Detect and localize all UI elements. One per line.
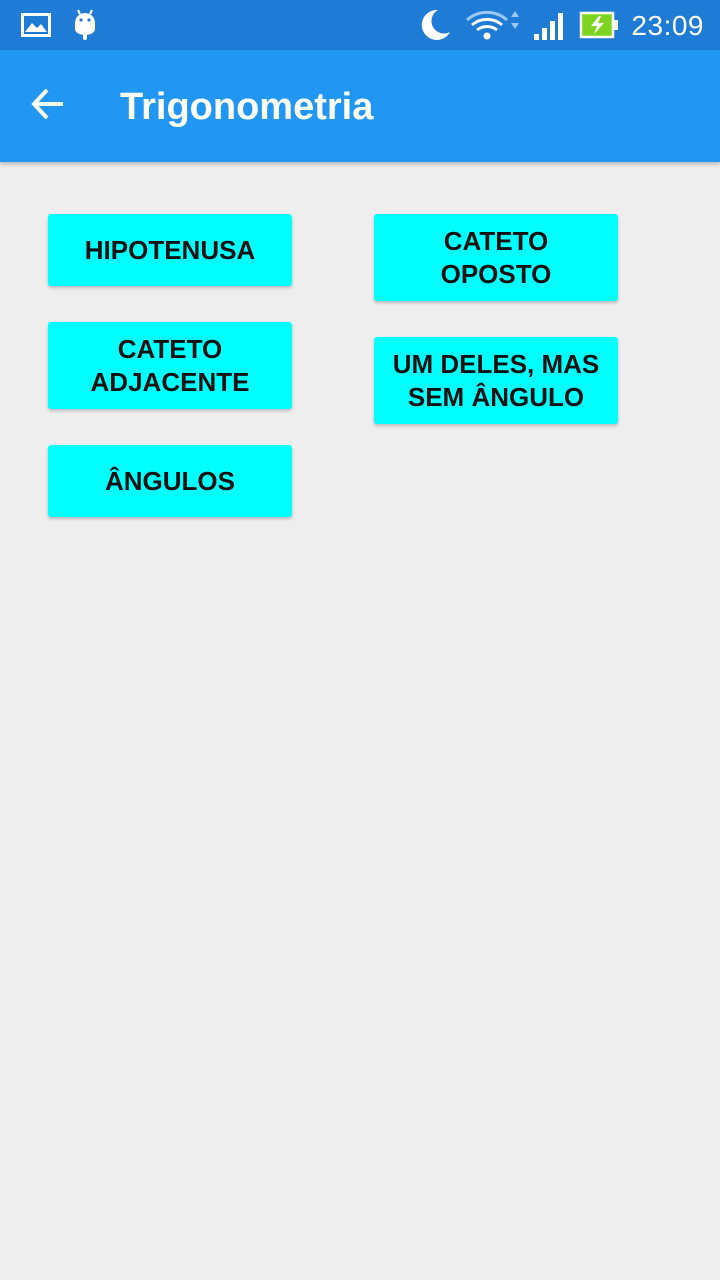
page-title: Trigonometria xyxy=(120,86,374,128)
status-time: 23:09 xyxy=(631,10,704,41)
button-label: ÂNGULOS xyxy=(105,465,235,496)
status-bar: 23:09 xyxy=(0,0,720,50)
button-label-line1: CATETO xyxy=(117,333,223,364)
angulos-button[interactable]: ÂNGULOS xyxy=(48,445,292,517)
button-label-line1: CATETO xyxy=(443,225,549,256)
button-label-line1: UM DELES, MAS xyxy=(392,348,600,379)
battery-charging-icon xyxy=(578,0,620,50)
moon-icon xyxy=(416,0,454,50)
cateto-oposto-button[interactable]: CATETO OPOSTO xyxy=(374,214,618,301)
cateto-adjacente-button[interactable]: CATETO ADJACENTE xyxy=(48,322,292,409)
um-deles-button[interactable]: UM DELES, MAS SEM ÂNGULO xyxy=(374,337,618,424)
gallery-icon xyxy=(20,0,52,50)
button-label-line2: OPOSTO xyxy=(440,258,552,289)
signal-icon xyxy=(530,0,570,50)
button-label-line2: SEM ÂNGULO xyxy=(407,381,585,412)
wifi-icon xyxy=(464,0,522,50)
hipotenusa-button[interactable]: HIPOTENUSA xyxy=(48,214,292,286)
app-bar: Trigonometria xyxy=(0,50,720,162)
android-icon xyxy=(70,0,100,50)
back-button[interactable] xyxy=(20,78,76,134)
button-label-line2: ADJACENTE xyxy=(90,366,250,397)
button-label: HIPOTENUSA xyxy=(84,234,256,265)
arrow-back-icon xyxy=(30,86,66,127)
